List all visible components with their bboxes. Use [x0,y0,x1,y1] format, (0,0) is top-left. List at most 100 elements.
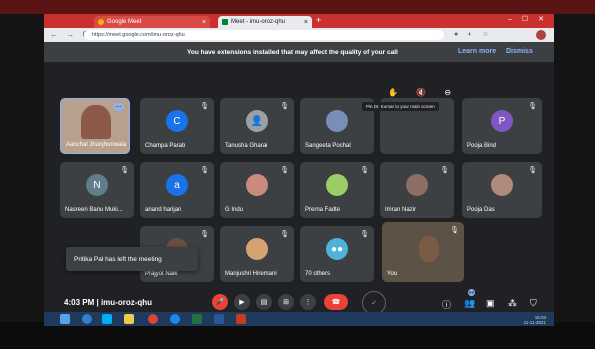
participant-name: G Indu [225,207,244,213]
participant-tile[interactable]: 👤 🎙 Tanusha Gharai [220,98,294,154]
participant-avatar: P [491,110,513,132]
participant-tile[interactable]: 🎙 Prerna Fadte [300,162,374,218]
muted-mic-icon: 🎙 [360,231,369,238]
learn-more-link[interactable]: Learn more [458,48,496,55]
muted-mic-icon: 🎙 [450,227,459,234]
close-tab-icon[interactable]: × [304,19,308,26]
participant-avatar: C [166,110,188,132]
meeting-code: imu-oroz-qhu [100,298,153,307]
mic-off-button[interactable]: 🎤 [212,294,228,310]
meet-favicon-icon [222,19,228,25]
meeting-details: 4:03 PM | imu-oroz-qhu [64,298,152,307]
desk-surface [0,322,595,349]
leave-call-button[interactable]: ☎ [324,294,348,310]
tab-label: Google Meet [107,19,142,25]
window-controls[interactable]: – ☐ ✕ [508,15,548,23]
url-text: https://meet.google.com/imu-oroz-qhu [92,32,185,38]
extensions-warning-banner: You have extensions installed that may a… [44,42,554,62]
captions-button[interactable]: ▤ [256,294,272,310]
windows-start-icon[interactable] [60,314,70,324]
monitor-screen: Google Meet × Meet - imu-oroz-qhu × + – … [44,14,554,320]
meeting-stage: ⋯ Aanchal Jhunjhunwala C 🎙 Champa Parab 👤 🎙 Tan… [44,62,554,320]
participant-tile[interactable]: ⋯ Aanchal Jhunjhunwala [60,98,130,154]
participant-tile[interactable]: 🎙 You [382,222,464,282]
meeting-time: 4:03 PM [64,298,95,307]
participant-name: Pooja Bind [467,143,497,149]
participant-photo [491,174,513,196]
participant-avatar: ●● [326,238,348,260]
participant-name: Pooja Das [467,207,495,213]
tile-hover-controls[interactable]: ✋ 🔇 ⊖ [388,88,459,97]
info-icon[interactable]: ⓘ [442,298,451,311]
participant-tile[interactable]: 🎙 G Indu [220,162,294,218]
participant-name: Imran Nazir [385,207,417,213]
muted-mic-icon: 🎙 [280,167,289,174]
excel-icon[interactable] [192,314,202,324]
muted-mic-icon: 🎙 [200,167,209,174]
participant-left-toast: Pritika Pal has left the meeting [66,247,198,271]
participant-photo [406,174,428,196]
participant-avatar: 👤 [246,110,268,132]
participant-tile[interactable]: 🎙 Manjushri Hiremani [220,226,294,282]
participant-name: Prajyot Naik [145,271,178,277]
file-explorer-icon[interactable] [124,314,134,324]
muted-mic-icon: 🎙 [200,103,209,110]
browser-tab-1[interactable]: Google Meet × [94,16,210,28]
participant-name: Nasreen Banu Muki... [65,207,123,213]
close-tab-icon[interactable]: × [202,19,206,26]
participant-tile[interactable]: P 🎙 Pooja Bind [462,98,542,154]
participant-tile[interactable]: 🎙 Pooja Das [462,162,542,218]
participant-tile[interactable]: ●● 🎙 70 others [300,226,374,282]
system-tray-clock[interactable]: 16:03 11-11-2021 [524,315,546,325]
windows-taskbar: 16:03 11-11-2021 [44,312,554,326]
word-icon[interactable] [214,314,224,324]
muted-mic-icon: 🎙 [280,103,289,110]
participant-name: Aanchal Jhunjhunwala [66,142,127,148]
muted-mic-icon: 🎙 [360,167,369,174]
profile-avatar[interactable] [536,30,546,40]
pin-tooltip: Pin Dr. Kumar to your main screen [362,102,439,111]
tray-date: 11-11-2021 [523,320,546,325]
tile-options-icon: ⋯ [113,103,124,111]
new-tab-button[interactable]: + [316,15,321,25]
chrome-icon[interactable] [148,314,158,324]
extension-icons[interactable]: ● ◐ ☆ [454,30,493,38]
self-video-face [419,236,439,262]
google-favicon-icon [98,19,104,25]
muted-mic-icon: 🎙 [528,167,537,174]
browser-toolbar: ← → C https://meet.google.com/imu-oroz-q… [44,28,554,42]
dismiss-button[interactable]: Dismiss [506,48,533,55]
camera-button[interactable]: ▶ [234,294,250,310]
people-icon[interactable]: 👥 [464,298,475,309]
participant-tile[interactable]: a 🎙 anand harijan [140,162,214,218]
host-controls-icon[interactable]: ⛉ [530,298,537,309]
skype-icon[interactable] [102,314,112,324]
muted-mic-icon: 🎙 [280,231,289,238]
browser-tab-bar: Google Meet × Meet - imu-oroz-qhu × + – … [44,14,554,28]
participant-photo [246,174,268,196]
participant-name: You [387,271,398,277]
present-button[interactable]: ⊞ [278,294,294,310]
chat-icon[interactable]: ▣ [486,298,495,309]
participant-tile[interactable]: 🎙 Imran Nazir [380,162,454,218]
participant-photo [81,105,111,139]
powerpoint-icon[interactable] [236,314,246,324]
activities-icon[interactable]: ⁂ [508,298,517,309]
participant-tile[interactable]: C 🎙 Champa Parab [140,98,214,154]
participant-photo [246,238,268,260]
participant-name: Prerna Fadte [305,207,341,213]
browser-tab-2[interactable]: Meet - imu-oroz-qhu × [218,16,312,28]
participant-photo [326,174,348,196]
participant-name: Tanusha Gharai [225,143,268,149]
more-options-button[interactable]: ⋮ [300,294,316,310]
edge-icon[interactable] [82,314,92,324]
participant-photo [326,110,348,132]
participant-tile[interactable]: N 🎙 Nasreen Banu Muki... [60,162,134,218]
address-bar[interactable]: https://meet.google.com/imu-oroz-qhu [84,30,444,40]
participant-avatar: N [86,174,108,196]
background-wall [0,0,595,14]
tab-label: Meet - imu-oroz-qhu [231,19,286,25]
banner-message: You have extensions installed that may a… [187,49,398,56]
participant-count-badge: 69 [468,289,475,296]
browser-icon[interactable] [170,314,180,324]
